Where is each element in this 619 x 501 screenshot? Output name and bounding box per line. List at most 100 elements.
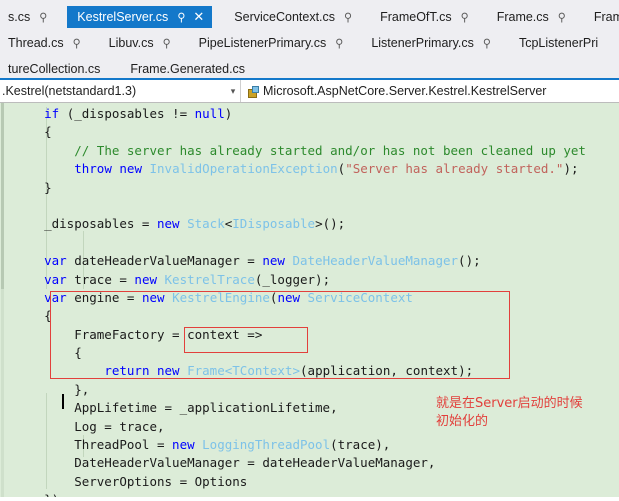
code-token: var <box>44 289 67 305</box>
pin-icon[interactable]: ⚲ <box>335 36 343 50</box>
editor-tab-strip: s.cs ⚲ KestrelServer.cs ⚲ ✕ ServiceContext.cs… <box>0 0 619 78</box>
chevron-down-icon[interactable]: ▾ <box>226 86 240 97</box>
code-token: new <box>172 437 195 453</box>
pin-icon[interactable]: ⚲ <box>483 36 491 50</box>
pin-icon[interactable]: ⚲ <box>344 10 352 24</box>
code-line: { <box>14 344 619 362</box>
code-line: var trace = new KestrelTrace(_logger); <box>14 271 619 289</box>
change-marker-bar <box>1 289 4 497</box>
code-token: ServiceContext <box>307 289 413 305</box>
editor-tab[interactable]: KestrelServer.cs ⚲ ✕ <box>67 6 213 28</box>
code-token: DateHeaderValueManager = dateHeaderValue… <box>14 455 436 471</box>
editor-tab-label: s.cs <box>8 10 31 24</box>
code-token: ); <box>563 161 579 177</box>
project-scope-dropdown[interactable]: .Kestrel(netstandard1.3) ▾ <box>0 80 241 102</box>
editor-tab[interactable]: Fram <box>586 6 619 28</box>
code-token: if <box>44 106 60 121</box>
code-token: InvalidOperationException <box>149 161 338 177</box>
code-token: ThreadPool = <box>14 437 173 453</box>
editor-tab-label: KestrelServer.cs <box>77 10 169 24</box>
editor-tab-label: tureCollection.cs <box>8 62 101 76</box>
class-icon <box>246 85 259 98</box>
pin-icon[interactable]: ⚲ <box>461 10 469 24</box>
change-marker-bar <box>1 103 4 289</box>
code-token: (trace), <box>330 437 391 453</box>
code-token: IDisposable <box>232 216 316 232</box>
code-line: { <box>14 307 619 325</box>
pin-icon[interactable]: ⚲ <box>177 10 185 24</box>
code-line: DateHeaderValueManager = dateHeaderValue… <box>14 454 619 472</box>
code-token: KestrelTrace <box>164 271 255 287</box>
type-scope-label: Microsoft.AspNetCore.Server.Kestrel.Kest… <box>263 84 547 98</box>
code-token: LoggingThreadPool <box>202 437 331 453</box>
code-token: new <box>277 289 301 305</box>
code-token: _disposables = <box>14 216 157 232</box>
code-token: null <box>194 106 225 121</box>
editor-tab[interactable]: Thread.cs ⚲ <box>0 32 87 54</box>
code-token: throw <box>74 161 112 177</box>
code-token: trace = <box>66 271 135 287</box>
code-token: Frame <box>187 363 225 379</box>
editor-tab-label: Thread.cs <box>8 36 64 50</box>
code-line: if (_disposables != null) <box>14 105 619 123</box>
editor-tab[interactable]: s.cs ⚲ <box>0 6 53 28</box>
editor-tab[interactable]: tureCollection.cs <box>0 58 108 78</box>
code-token: dateHeaderValueManager = <box>66 253 263 269</box>
code-token: (application, context); <box>300 363 474 379</box>
code-token: { <box>14 124 52 140</box>
code-token: new <box>157 216 180 232</box>
code-content[interactable]: if (_disposables != null) { // The serve… <box>14 105 619 497</box>
editor-tab[interactable]: ServiceContext.cs ⚲ <box>226 6 358 28</box>
code-line: var dateHeaderValueManager = new DateHea… <box>14 252 619 270</box>
code-token: }, <box>14 381 90 397</box>
code-line: var engine = new KestrelEngine(new Servi… <box>14 289 619 307</box>
close-icon[interactable]: ✕ <box>193 9 204 25</box>
text-caret <box>62 394 64 409</box>
editor-tab[interactable]: Libuv.cs ⚲ <box>101 32 177 54</box>
tab-row-1: s.cs ⚲ KestrelServer.cs ⚲ ✕ ServiceContext.cs… <box>0 4 619 30</box>
editor-tab[interactable]: Frame.Generated.cs <box>122 58 253 78</box>
editor-tab[interactable]: Frame.cs ⚲ <box>489 6 572 28</box>
editor-tab-label: PipeListenerPrimary.cs <box>198 36 327 50</box>
code-token: Stack <box>187 216 225 232</box>
code-token: new <box>119 161 142 177</box>
code-token: TContext <box>232 363 293 379</box>
code-token: "Server has already started." <box>345 161 564 177</box>
code-token: // The server has already started and/or… <box>74 142 586 158</box>
code-line: _disposables = new Stack<IDisposable>(); <box>14 215 619 233</box>
code-token: >(); <box>315 216 346 232</box>
type-scope-dropdown[interactable]: Microsoft.AspNetCore.Server.Kestrel.Kest… <box>241 80 619 102</box>
editor-tab[interactable]: TcpListenerPri <box>511 32 606 54</box>
editor-tab[interactable]: FrameOfT.cs ⚲ <box>372 6 475 28</box>
pin-icon[interactable]: ⚲ <box>39 10 47 24</box>
code-line: ServerOptions = Options <box>14 473 619 491</box>
code-line: } <box>14 179 619 197</box>
code-token: }); <box>14 492 67 497</box>
code-editor[interactable]: if (_disposables != null) { // The serve… <box>0 103 619 497</box>
code-token: return <box>104 363 150 379</box>
pin-icon[interactable]: ⚲ <box>163 36 171 50</box>
code-token: Log = trace, <box>14 418 165 434</box>
code-token: var <box>44 253 67 269</box>
editor-tab[interactable]: PipeListenerPrimary.cs ⚲ <box>191 32 350 54</box>
code-token: (_disposables != <box>59 106 195 121</box>
editor-tab[interactable]: ListenerPrimary.cs ⚲ <box>363 32 497 54</box>
code-line: ThreadPool = new LoggingThreadPool(trace… <box>14 436 619 454</box>
code-line: return new Frame<TContext>(application, … <box>14 362 619 380</box>
navigation-bar: .Kestrel(netstandard1.3) ▾ Microsoft.Asp… <box>0 78 619 103</box>
editor-tab-label: ListenerPrimary.cs <box>371 36 474 50</box>
code-token: (); <box>458 253 481 269</box>
code-token: DateHeaderValueManager <box>292 253 459 269</box>
pin-icon[interactable]: ⚲ <box>73 36 81 50</box>
code-token: new <box>134 271 157 287</box>
pin-icon[interactable]: ⚲ <box>558 10 566 24</box>
annotation-note: 就是在Server启动的时候 初始化的 <box>436 396 583 429</box>
